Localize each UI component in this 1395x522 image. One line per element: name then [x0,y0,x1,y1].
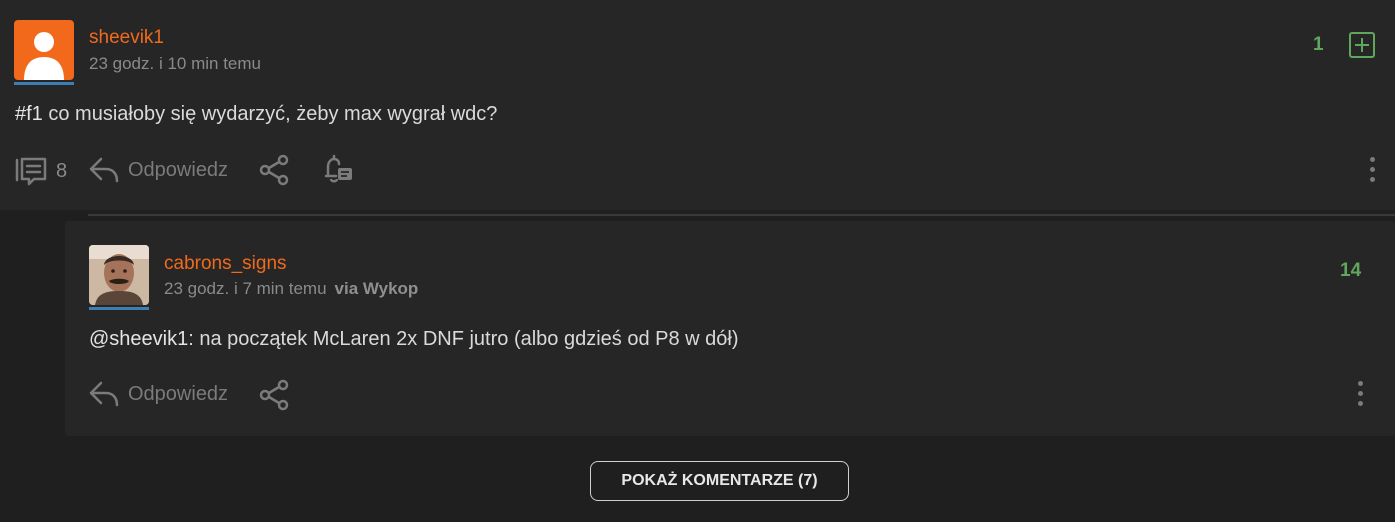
entry-post: sheevik1 23 godz. i 10 min temu 1 #f1 co… [0,0,1395,210]
comment-author-link[interactable]: cabrons_signs [164,253,287,275]
commenter-avatar[interactable] [89,245,149,305]
post-text: co musiałoby się wydarzyć, żeby max wygr… [42,103,498,125]
show-comments-button[interactable]: POKAŻ KOMENTARZE (7) [590,461,849,501]
user-avatar[interactable] [14,20,74,80]
comments-button[interactable]: 8 [14,156,67,186]
reply-icon [89,157,119,183]
reply-label: Odpowiedz [128,382,229,405]
more-vertical-icon[interactable] [1370,157,1376,183]
plus-vote-button[interactable] [1349,32,1375,58]
comment-body: @sheevik1: na początek McLaren 2x DNF ju… [89,328,739,351]
comment-text: : na początek McLaren 2x DNF jutro (albo… [188,328,739,350]
mention-link[interactable]: @sheevik1 [89,328,188,350]
share-icon [259,154,289,186]
bell-icon [324,154,352,183]
post-author-link[interactable]: sheevik1 [89,27,164,49]
reply-button[interactable]: Odpowiedz [88,156,228,184]
comments-icon [15,157,47,186]
divider [88,214,1395,216]
more-vertical-icon[interactable] [1358,381,1364,407]
post-body: #f1 co musiałoby się wydarzyć, żeby max … [15,103,497,126]
post-vote-count: 1 [1313,34,1324,55]
comment-meta: 23 godz. i 7 min temu via Wykop [164,279,418,299]
comment-item: cabrons_signs 23 godz. i 7 min temu via W… [65,221,1395,436]
post-timestamp[interactable]: 23 godz. i 10 min temu [89,54,261,74]
comments-count: 8 [56,159,68,182]
avatar-underline [14,82,74,85]
comment-timestamp[interactable]: 23 godz. i 7 min temu [164,279,327,298]
share-button[interactable] [259,154,291,186]
portrait-avatar-icon [89,245,149,305]
user-avatar-icon [24,32,64,80]
share-icon [259,379,289,411]
comment-reply-button[interactable]: Odpowiedz [88,380,228,408]
comment-vote-count: 14 [1340,260,1362,281]
comment-share-button[interactable] [259,379,291,411]
post-tag-link[interactable]: #f1 [15,103,43,125]
reply-icon [89,381,119,407]
reply-label: Odpowiedz [128,158,229,181]
comment-via: via Wykop [334,279,419,298]
observe-button[interactable] [322,154,356,186]
avatar-underline [89,307,149,310]
